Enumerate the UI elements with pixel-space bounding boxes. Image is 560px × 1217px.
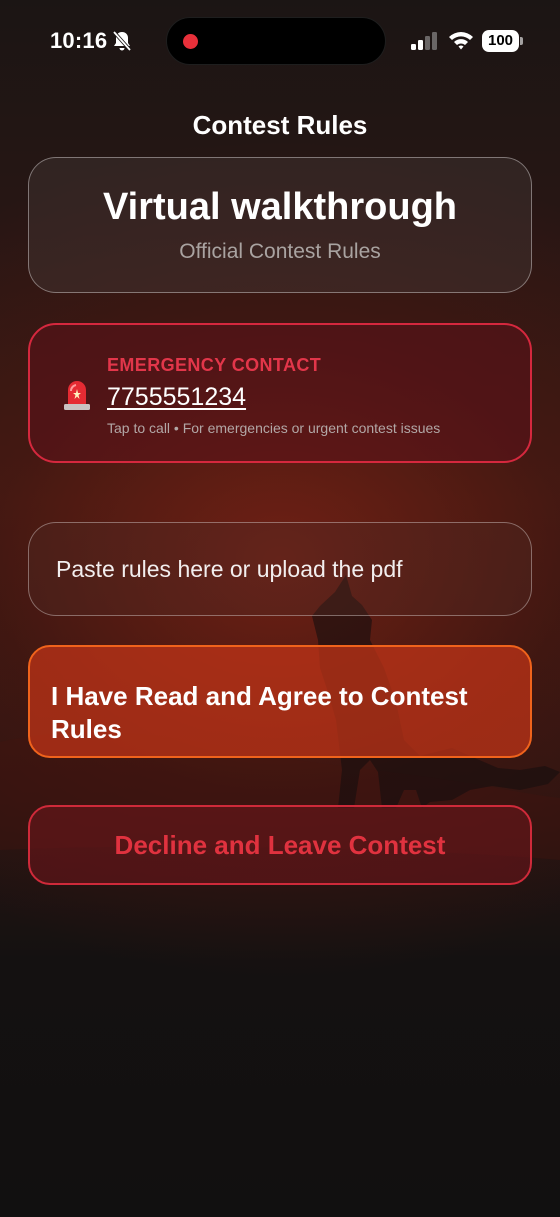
recording-dot-icon [183, 34, 198, 49]
emergency-contact-label: EMERGENCY CONTACT [107, 355, 322, 375]
wifi-icon [449, 32, 473, 50]
contest-info-card: Virtual walkthrough Official Contest Rul… [28, 157, 532, 293]
dynamic-island [166, 17, 386, 65]
battery-level: 100 [482, 30, 519, 52]
agree-button[interactable]: I Have Read and Agree to Contest Rules [28, 645, 532, 758]
emergency-contact-note: Tap to call • For emergencies or urgent … [107, 420, 441, 436]
battery-icon: 100 [482, 30, 524, 52]
cellular-signal-icon [411, 32, 437, 50]
decline-button[interactable]: Decline and Leave Contest [28, 805, 532, 885]
emergency-contact-card[interactable]: EMERGENCY CONTACT 7755551234 Tap to call… [28, 323, 532, 463]
status-bar: 10:16 100 [0, 0, 560, 84]
emergency-phone-link[interactable]: 7755551234 [107, 383, 246, 412]
rules-input[interactable]: Paste rules here or upload the pdf [28, 522, 532, 616]
siren-icon [64, 381, 90, 410]
contest-name: Virtual walkthrough [102, 186, 457, 228]
contest-subtitle: Official Contest Rules [179, 240, 381, 263]
status-time: 10:16 [50, 28, 108, 53]
bell-slash-icon [112, 30, 132, 52]
page-title: Contest Rules [192, 110, 368, 140]
